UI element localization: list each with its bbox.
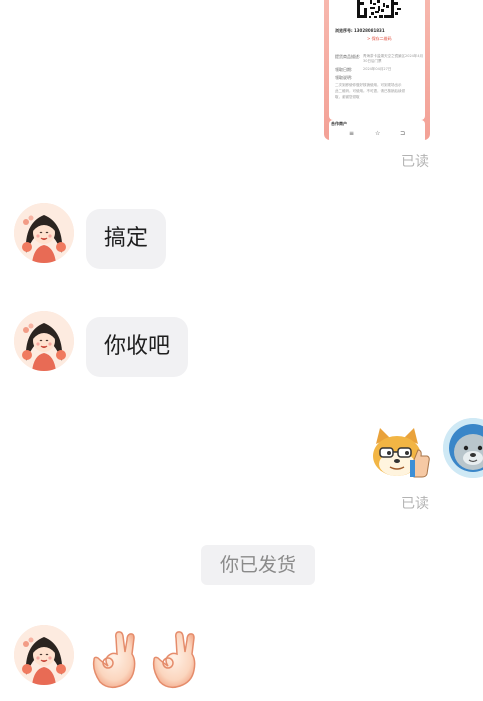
read-status: 已读 [401,496,429,512]
card-date-value: 2024年04月27日 [363,67,392,71]
my-avatar[interactable] [443,418,483,478]
list-icon: ≡ [349,130,355,137]
contact-avatar[interactable] [14,625,74,685]
ok-hand-icon [152,631,196,689]
card-date-label: 领取日期: [335,67,353,72]
box-icon: ⊐ [400,130,406,137]
card-body: 浏览序号: 13028081831 > 保存二维码 提货商品描述: 青海茶卡盐湖… [329,0,425,120]
contact-avatar[interactable] [14,311,74,371]
star-icon: ☆ [375,130,381,137]
shared-order-card[interactable]: 浏览序号: 13028081831 > 保存二维码 提货商品描述: 青海茶卡盐湖… [324,0,430,140]
system-notice: 你已发货 [201,545,316,585]
girl-avatar-icon [14,625,74,685]
qr-code-image [357,0,401,22]
read-status: 已读 [401,154,429,170]
card-footer: 合作商户 ≡ ☆ ⊐ [329,120,425,140]
contact-avatar[interactable] [14,203,74,263]
girl-avatar-icon [14,311,74,371]
card-footer-label: 合作商户 [331,121,347,126]
message-bubble[interactable]: 你收吧 [86,317,189,377]
card-phone-line: 浏览序号: 13028081831 [335,28,385,33]
card-instructions-label: 领取说明: [335,75,353,80]
card-note-3: 取，谢谢您领取 [335,95,360,99]
card-desc-value-2: 30日后门票 [363,59,382,63]
ok-hand-emoji-sticker[interactable] [88,630,206,690]
card-note-2: 此二维码，可使用。不可退，请已核销后续领 [335,89,405,93]
card-note-1: 二次到即使你做好核销使用，可到现场出示 [335,83,402,87]
doge-thumbs-up-sticker[interactable] [370,426,430,482]
girl-avatar-icon [14,203,74,263]
seal-avatar-icon [443,418,483,478]
save-qr-link[interactable]: > 保存二维码 [367,36,392,42]
message-bubble[interactable]: 搞定 [86,209,167,269]
ok-hand-icon [92,631,136,689]
card-desc-label: 提货商品描述: [335,54,361,59]
